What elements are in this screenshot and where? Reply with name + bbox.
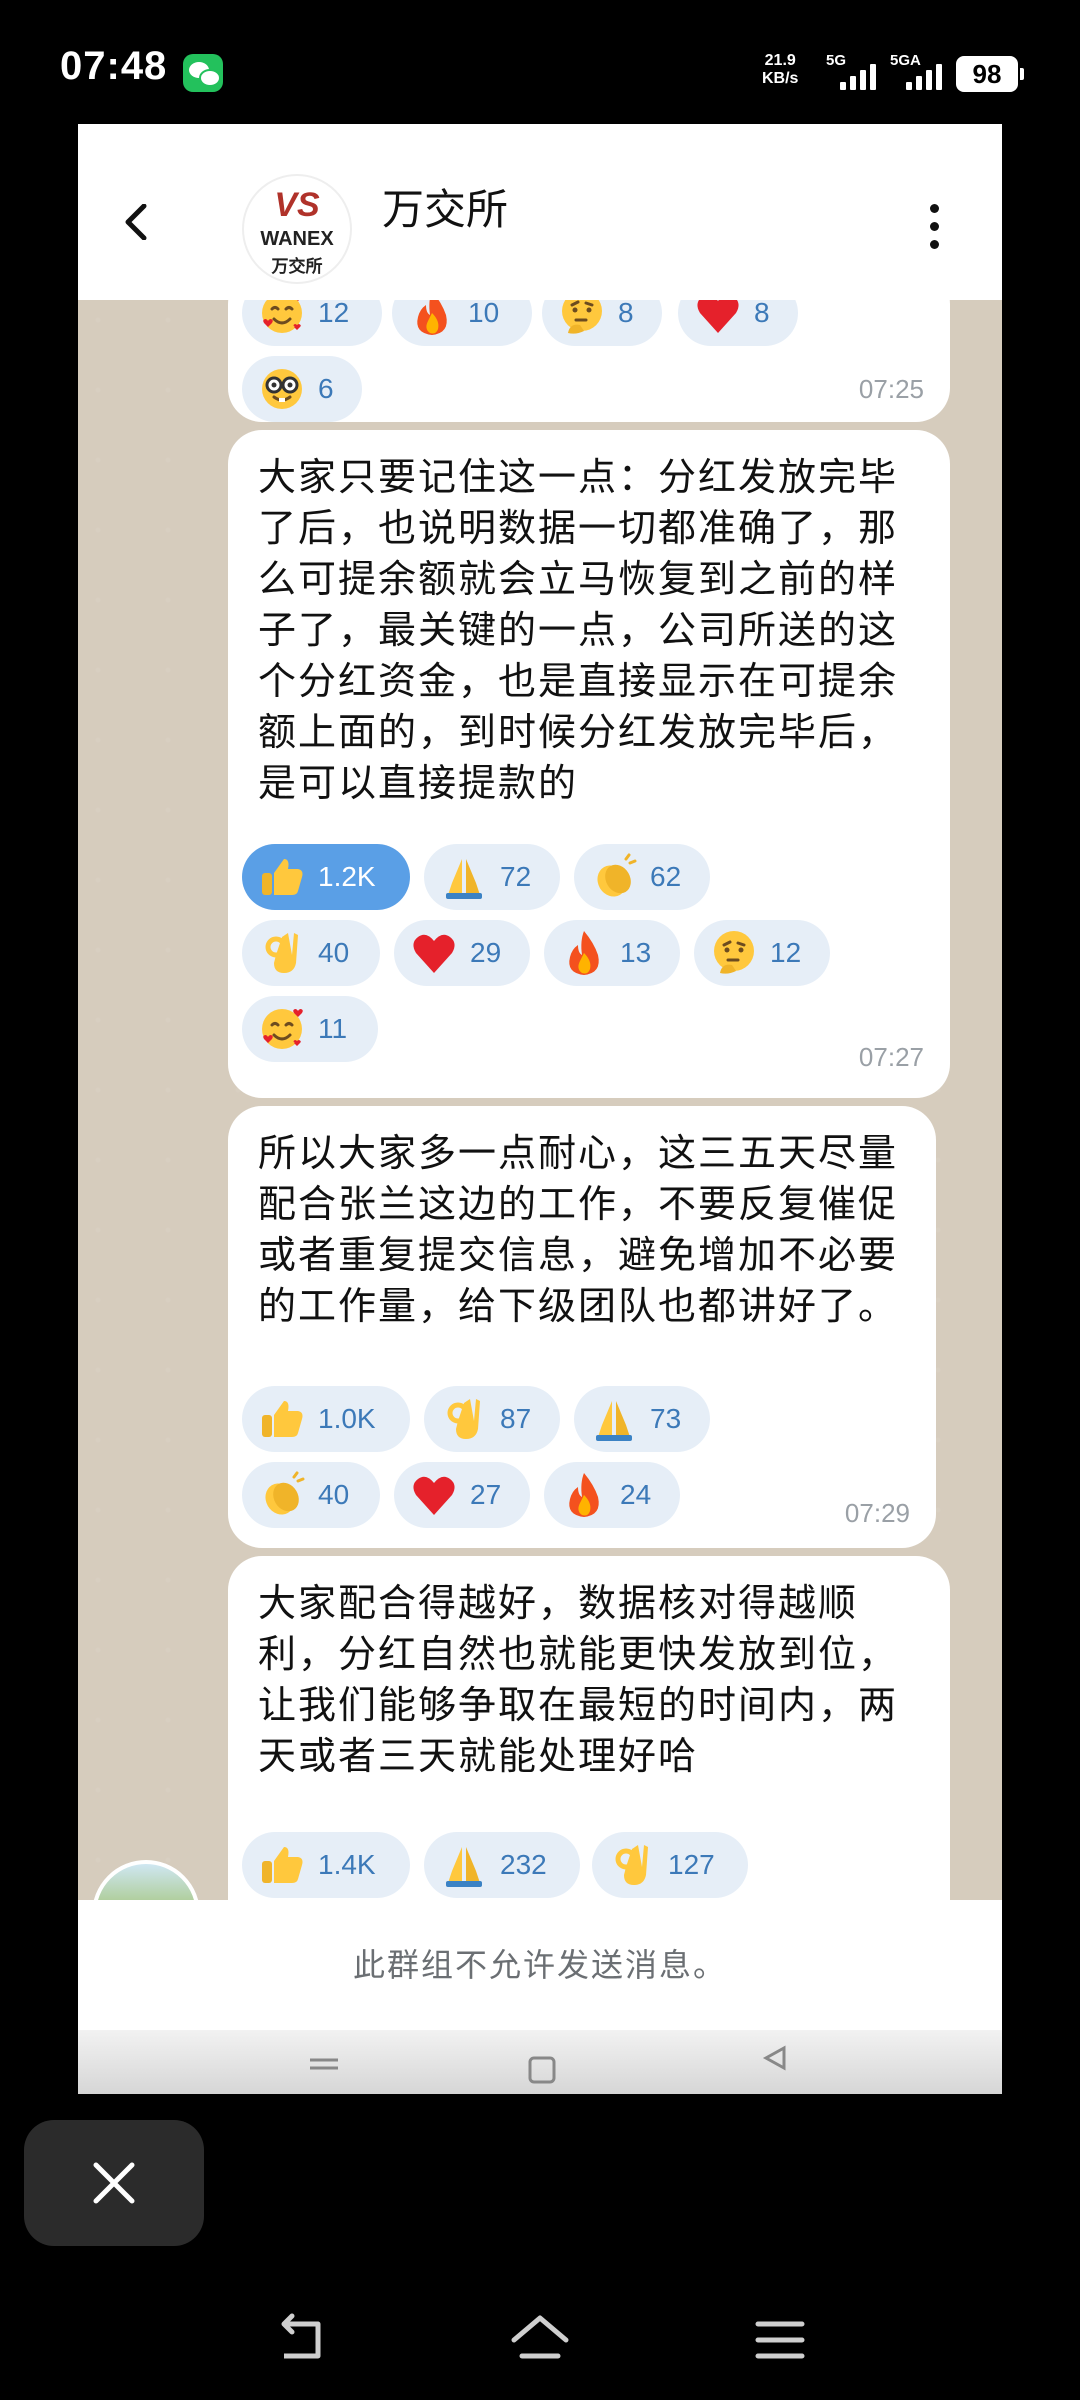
reaction-count: 10 [468,297,500,328]
clapping-hands-icon [590,853,638,901]
chat-header: VS WANEX 万交所 万交所 [78,124,1002,300]
reaction-count: 1.4K [318,1849,376,1880]
reaction-chip[interactable]: 40 [242,1462,380,1528]
reaction-chip[interactable]: 232 [424,1832,580,1898]
reaction-count: 8 [754,297,770,328]
message-text: 所以大家多一点耐心，这三五天尽量配合张兰这边的工作，不要反复催促或者重复提交信息… [258,1131,899,1328]
message-time: 07:29 [844,1498,910,1528]
back-arrow-icon[interactable] [118,204,154,240]
compose-disabled-notice: 此群组不允许发送消息。 [78,1900,1002,2030]
reaction-count: 8 [618,297,634,328]
reaction-count: 40 [318,937,350,968]
close-button[interactable] [24,2120,204,2246]
message-time: 07:25 [858,374,924,404]
reaction-count: 6 [318,373,334,404]
reaction-count: 12 [318,297,350,328]
status-time: 07:48 [60,44,168,88]
reaction-chip[interactable]: 1.0K [242,1386,410,1452]
folded-hands-icon [440,853,488,901]
wechat-notification-icon [183,54,223,92]
network-speed: 21.9 KB/s [762,52,798,88]
message-bubble: 所以大家多一点耐心，这三五天尽量配合张兰这边的工作，不要反复催促或者重复提交信息… [228,1106,936,1548]
reaction-chip[interactable]: 72 [424,844,560,910]
reaction-chip[interactable]: 24 [544,1462,680,1528]
message-bubble: 大家只要记住这一点：分红发放完毕了后，也说明数据一切都准确了，那么可提余额就会立… [228,430,950,1098]
logo-name: WANEX [260,228,334,250]
reaction-count: 40 [318,1479,350,1510]
reaction-count: 24 [620,1479,652,1510]
network-speed-value: 21.9 [764,52,796,69]
red-heart-icon [410,929,458,977]
reaction-count: 1.0K [318,1403,376,1434]
reaction-count: 13 [620,937,652,968]
red-heart-icon [410,1471,458,1519]
thumbs-up-icon [258,853,306,901]
reaction-chip[interactable]: 1.4K [242,1832,410,1898]
reaction-count: 232 [500,1849,547,1880]
system-nav-bar [0,2290,1080,2400]
reaction-chip[interactable]: 13 [544,920,680,986]
close-icon [93,2162,135,2204]
logo-subtitle: 万交所 [271,257,323,277]
folded-hands-icon [590,1395,638,1443]
reaction-count: 12 [770,937,802,968]
chat-app: VS WANEX 万交所 万交所 12 10 8 8 6 07:25 大家只要记… [78,124,1002,2094]
reaction-count: 27 [470,1479,502,1510]
reaction-count: 72 [500,861,532,892]
reaction-chip[interactable]: 6 [242,356,362,422]
menu-icon[interactable] [748,2310,812,2370]
ok-hand-icon [608,1841,656,1889]
reaction-count: 87 [500,1403,532,1434]
thumbs-up-icon [258,1841,306,1889]
clapping-hands-icon [258,1471,306,1519]
reaction-chip[interactable]: 62 [574,844,710,910]
inner-nav-icons [310,2045,786,2084]
channel-title[interactable]: 万交所 [382,176,508,237]
reaction-chip[interactable]: 29 [394,920,530,986]
reaction-chip[interactable]: 87 [424,1386,560,1452]
smiling-face-hearts-icon [258,1005,306,1053]
channel-logo[interactable]: VS WANEX 万交所 [242,174,352,284]
reaction-chip[interactable]: 27 [394,1462,530,1528]
inner-home-icon [528,2056,556,2084]
ok-hand-icon [258,929,306,977]
reaction-count: 62 [650,861,682,892]
reaction-count: 11 [318,1013,348,1044]
reaction-chip[interactable]: 73 [574,1386,710,1452]
signal-strength-2-icon [906,60,942,90]
reaction-count: 1.2K [318,861,376,892]
reaction-count: 127 [668,1849,715,1880]
more-options-icon[interactable] [930,204,944,250]
signal-strength-1-icon [840,60,876,90]
nerd-face-icon [258,365,306,413]
reaction-chip[interactable]: 12 [694,920,830,986]
fire-icon [560,1471,608,1519]
message-text: 大家配合得越好，数据核对得越顺利，分红自然也就能更快发放到位，让我们能够争取在最… [258,1581,899,1778]
message-text: 大家只要记住这一点：分红发放完毕了后，也说明数据一切都准确了，那么可提余额就会立… [258,455,899,805]
ok-hand-icon [440,1395,488,1443]
thumbs-up-icon [258,1395,306,1443]
reaction-chip[interactable]: 127 [592,1832,748,1898]
reaction-chip[interactable]: 40 [242,920,380,986]
status-bar: 07:48 21.9 KB/s 5G 5GA 98 [0,0,1080,130]
reaction-count: 29 [470,937,502,968]
message-time: 07:27 [858,1042,924,1072]
message-list[interactable]: 12 10 8 8 6 07:25 大家只要记住这一点：分红发放完毕了后，也说明… [78,270,1002,2030]
folded-hands-icon [440,1841,488,1889]
logo-mark: VS [274,186,320,224]
back-icon[interactable] [268,2310,332,2370]
fire-icon [560,929,608,977]
home-icon[interactable] [508,2310,572,2370]
inner-back-icon [762,2045,786,2071]
reaction-count: 73 [650,1403,682,1434]
reaction-chip[interactable]: 1.2K [242,844,410,910]
reaction-chip[interactable]: 11 [242,996,378,1062]
inner-navigation-bar [78,2030,1002,2094]
inner-menu-icon [310,2058,338,2070]
thinking-face-icon [710,929,758,977]
battery-indicator: 98 [956,56,1024,92]
network-speed-unit: KB/s [762,70,799,87]
